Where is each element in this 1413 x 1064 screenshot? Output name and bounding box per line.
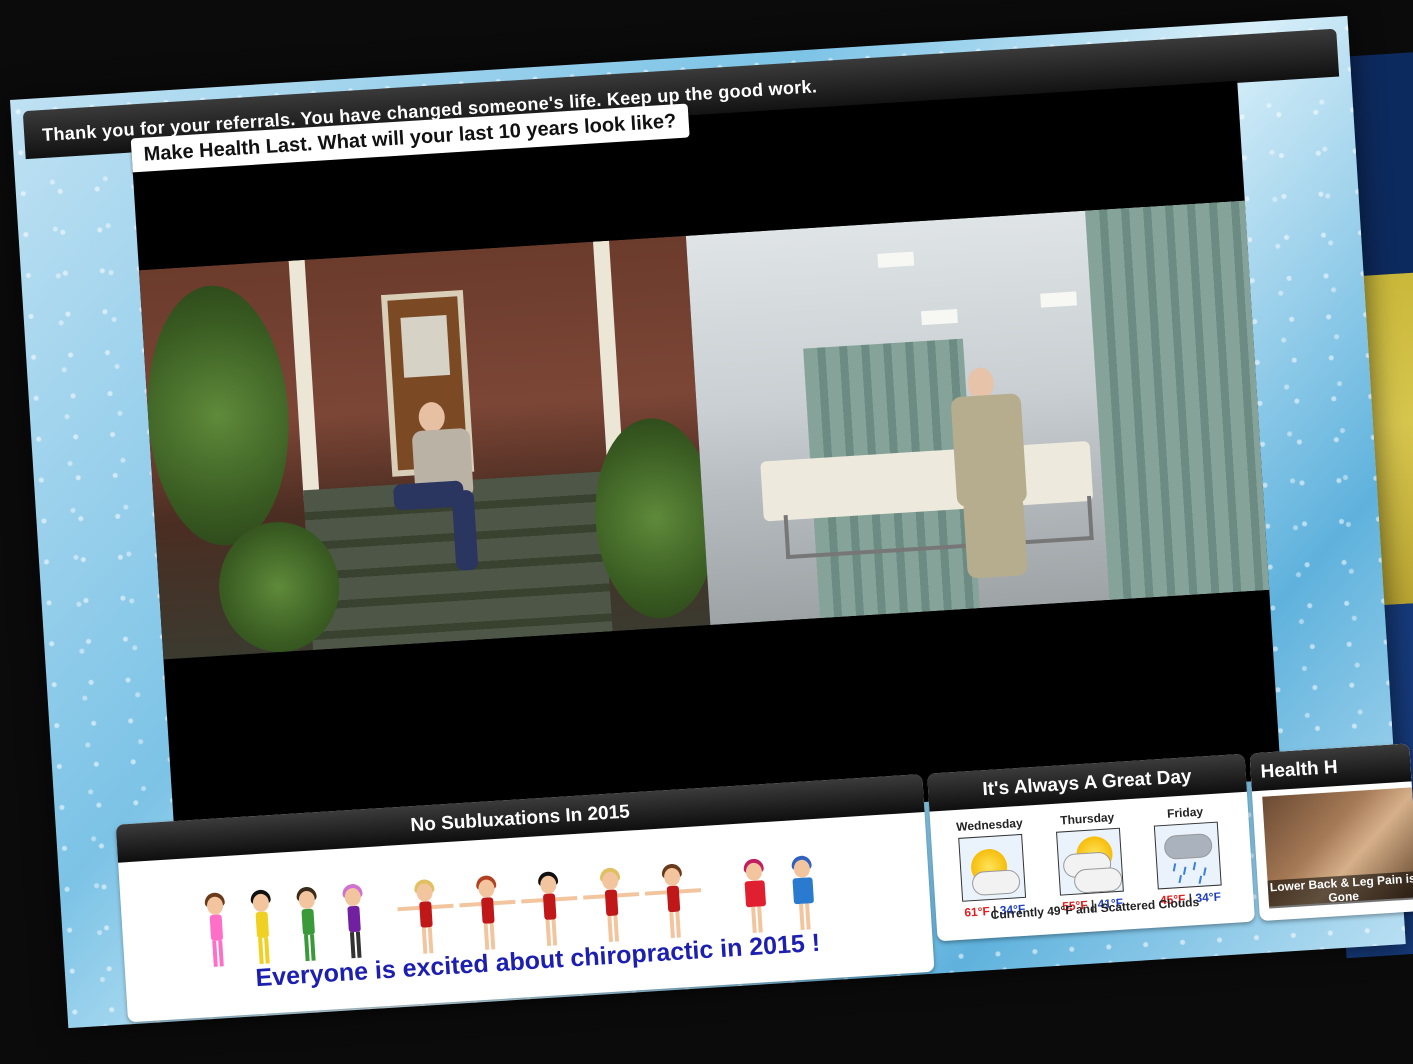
privacy-curtain [1085, 200, 1270, 600]
cartoon-figure [200, 892, 232, 970]
ceiling-light [1040, 291, 1078, 308]
ceiling-light [921, 308, 958, 326]
forecast-day-name: Thursday [1059, 810, 1115, 828]
cheerleader-figure [644, 863, 702, 941]
partly-sunny-icon [958, 833, 1027, 902]
porch-pillar [288, 259, 320, 501]
dancer-figure [739, 858, 779, 935]
cartoon-figure [246, 889, 278, 967]
forecast-day-name: Friday [1166, 804, 1204, 821]
cheerleader-figure [397, 878, 454, 957]
ceiling-light [877, 251, 915, 268]
video-player[interactable] [131, 80, 1282, 850]
dancer-figure [787, 855, 827, 932]
forecast-day-friday: Friday 45°F | 34°F [1140, 803, 1236, 908]
video-scene-hospital [685, 200, 1270, 626]
cheerleader-figure [459, 875, 516, 953]
cartoon-figure [338, 883, 370, 961]
cheerleader-figure [521, 871, 578, 949]
cartoon-figure [292, 886, 324, 964]
partly-cloudy-icon [1056, 827, 1124, 896]
plant [140, 281, 297, 550]
kiosk-screen: Thank you for your referrals. You have c… [10, 15, 1413, 1029]
video-frame[interactable] [138, 200, 1270, 660]
video-scene-porch [138, 235, 711, 660]
health-widget: Health H Lower Back & Leg Pain is Gone [1249, 743, 1413, 922]
weather-widget: It's Always A Great Day Wednesday 61°F |… [927, 753, 1256, 942]
forecast-day-name: Wednesday [955, 815, 1024, 835]
rain-icon [1153, 821, 1222, 890]
cheerleader-figure [583, 867, 640, 945]
